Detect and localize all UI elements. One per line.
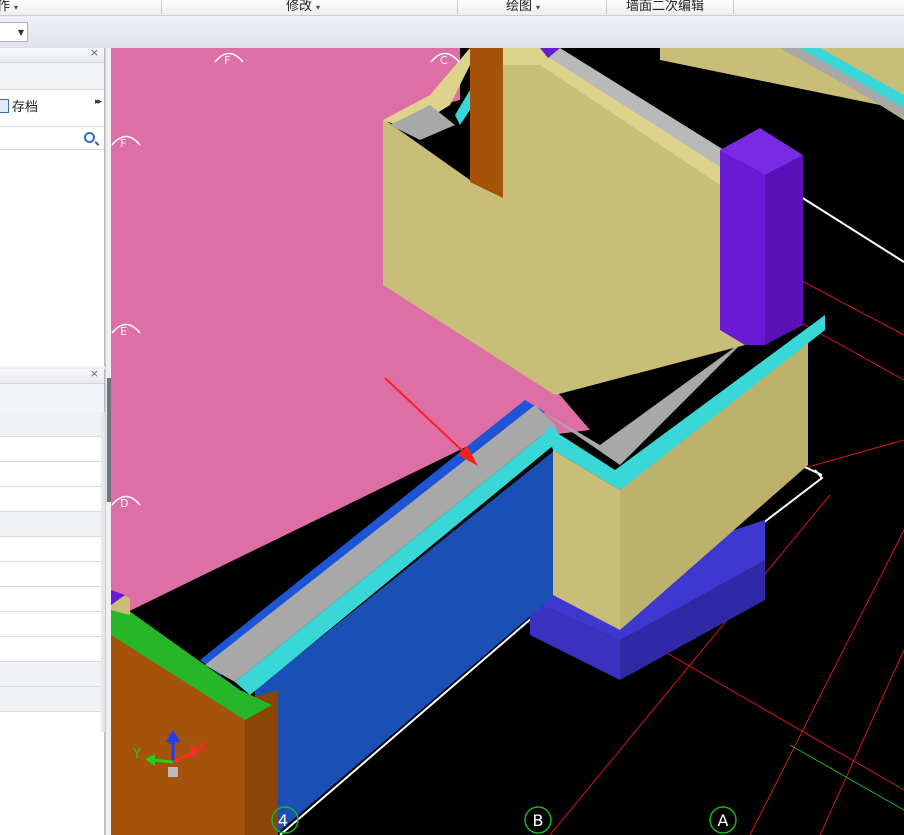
menu-modify[interactable]: 修改 ▾ bbox=[286, 0, 320, 15]
grid-bubble-label: 4 bbox=[278, 811, 288, 830]
grid-bubble-label: A bbox=[718, 811, 729, 830]
chevron-down-icon: ▾ bbox=[316, 3, 321, 12]
archive-button[interactable]: 存档 bbox=[0, 94, 38, 122]
search-box[interactable] bbox=[0, 127, 104, 150]
chevron-down-icon: ▼ bbox=[17, 28, 24, 37]
close-icon[interactable]: × bbox=[90, 46, 99, 59]
left-panel-properties: × bbox=[0, 367, 105, 835]
property-row[interactable] bbox=[0, 562, 101, 587]
property-row[interactable] bbox=[0, 512, 101, 537]
chevron-down-icon: ▾ bbox=[14, 3, 19, 12]
toolbar: ▼ bbox=[0, 16, 904, 49]
menu-bar: 作 ▾ 修改 ▾ 绘图 ▾ 墙面二次编辑 bbox=[0, 0, 904, 16]
property-row[interactable] bbox=[0, 462, 101, 487]
property-row[interactable] bbox=[0, 437, 101, 462]
menu-draw[interactable]: 绘图 ▾ bbox=[506, 0, 540, 15]
chevron-down-icon: ▾ bbox=[536, 3, 541, 12]
property-row[interactable] bbox=[0, 637, 101, 662]
close-icon[interactable]: × bbox=[90, 367, 99, 380]
brown-column[interactable] bbox=[470, 48, 503, 198]
property-row[interactable] bbox=[0, 587, 101, 612]
grid-mark-label: E bbox=[120, 325, 127, 338]
archive-icon bbox=[0, 99, 9, 113]
property-row[interactable] bbox=[0, 662, 101, 687]
property-row[interactable] bbox=[0, 537, 101, 562]
menu-separator bbox=[457, 0, 458, 14]
property-row[interactable] bbox=[0, 687, 101, 712]
menu-separator bbox=[606, 0, 607, 14]
property-row[interactable] bbox=[0, 612, 101, 637]
panel-header: × bbox=[0, 367, 104, 384]
purple-column-front[interactable] bbox=[720, 150, 765, 345]
grid-mark-label: C bbox=[440, 54, 448, 67]
3d-viewport[interactable]: F C F E D 4 B A Z Y X bbox=[111, 48, 904, 835]
panel-header: × bbox=[0, 46, 104, 63]
left-panel-top: × 存档 ▸▸ bbox=[0, 46, 105, 366]
menu-wall-secondary-edit[interactable]: 墙面二次编辑 bbox=[626, 0, 704, 15]
axis-label-y: Y bbox=[132, 747, 141, 762]
menu-separator bbox=[733, 0, 734, 14]
property-row[interactable] bbox=[0, 487, 101, 512]
menu-separator bbox=[161, 0, 162, 14]
menu-work[interactable]: 作 ▾ bbox=[0, 0, 18, 15]
grid-mark-label: F bbox=[120, 137, 126, 150]
panel-toolbar-row bbox=[0, 384, 104, 413]
grid-mark-label: F bbox=[224, 54, 230, 67]
panel-blank-row bbox=[0, 63, 104, 90]
axis-label-z: Z bbox=[168, 733, 177, 748]
archive-row: 存档 ▸▸ bbox=[0, 90, 104, 127]
property-grid bbox=[0, 412, 101, 712]
search-icon[interactable] bbox=[84, 132, 95, 143]
floor-combo[interactable]: ▼ bbox=[0, 22, 28, 42]
more-icon[interactable]: ▸▸ bbox=[95, 97, 102, 107]
property-row[interactable] bbox=[0, 412, 101, 437]
axis-label-x: X bbox=[197, 741, 206, 756]
grid-mark-label: D bbox=[120, 497, 128, 510]
grid-bubble-label: B bbox=[533, 811, 544, 830]
purple-column-side[interactable] bbox=[765, 155, 803, 345]
